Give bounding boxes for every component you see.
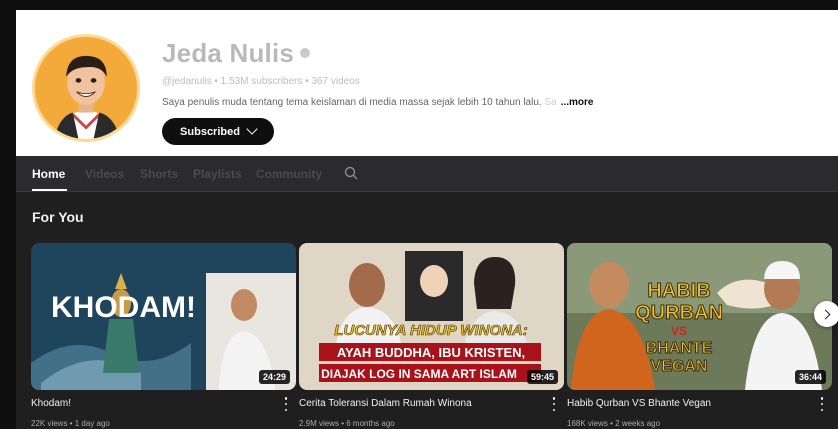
tab-home[interactable]: Home xyxy=(32,167,65,181)
thumbnail-text: DIAJAK LOG IN SAMA ART ISLAM xyxy=(321,367,517,381)
channel-meta: @jedanulis • 1.53M subscribers • 367 vid… xyxy=(162,76,360,87)
video-title[interactable]: Habib Qurban VS Bhante Vegan xyxy=(567,398,711,409)
thumbnail-text: QURBAN xyxy=(635,302,723,324)
chevron-right-icon xyxy=(820,309,831,319)
video-thumbnail[interactable]: LUCUNYA HIDUP WINONA: AYAH BUDDHA, IBU K… xyxy=(299,243,564,390)
video-duration: 36:44 xyxy=(794,370,826,384)
channel-avatar[interactable] xyxy=(32,34,140,142)
active-tab-indicator xyxy=(32,189,67,191)
video-duration: 24:29 xyxy=(258,370,290,384)
chevron-down-icon xyxy=(246,122,258,135)
more-vert-icon[interactable] xyxy=(284,397,288,411)
window-top-bar xyxy=(0,0,838,10)
tab-community[interactable]: Community xyxy=(256,167,322,181)
video-meta: 168K views • 2 weeks ago xyxy=(567,419,661,428)
video-thumbnail[interactable]: KHODAM! 24:29 xyxy=(31,243,296,390)
video-title[interactable]: Khodam! xyxy=(31,398,71,409)
video-card[interactable]: HABIB QURBAN VS BHANTE VEGAN 36:44 Habib… xyxy=(567,243,832,428)
carousel-next-button[interactable] xyxy=(814,301,838,327)
channel-description[interactable]: Saya penulis muda tentang tema keislaman… xyxy=(162,97,593,108)
thumbnail-text: LUCUNYA HIDUP WINONA: xyxy=(334,322,528,339)
video-card[interactable]: LUCUNYA HIDUP WINONA: AYAH BUDDHA, IBU K… xyxy=(299,243,564,428)
home-content: For You KHODAM! 24:29 Khodam! 22K views … xyxy=(16,192,838,429)
verified-icon xyxy=(300,48,311,59)
video-meta: 22K views • 1 day ago xyxy=(31,419,110,428)
search-icon[interactable] xyxy=(344,166,358,180)
more-vert-icon[interactable] xyxy=(820,397,824,411)
more-vert-icon[interactable] xyxy=(552,397,556,411)
video-meta: 2.9M views • 6 months ago xyxy=(299,419,395,428)
more-link[interactable]: ...more xyxy=(561,97,594,108)
thumbnail-text: BHANTE xyxy=(646,340,713,357)
subscribed-button[interactable]: Subscribed xyxy=(162,118,274,145)
channel-tabs: Home Videos Shorts Playlists Community xyxy=(16,156,838,192)
section-title: For You xyxy=(32,209,84,225)
video-duration: 59:45 xyxy=(526,370,558,384)
video-thumbnail[interactable]: HABIB QURBAN VS BHANTE VEGAN 36:44 xyxy=(567,243,832,390)
window-left-edge xyxy=(0,10,16,429)
thumbnail-text: KHODAM! xyxy=(51,291,196,324)
tab-shorts[interactable]: Shorts xyxy=(140,167,178,181)
thumbnail-text: VS xyxy=(671,324,687,338)
thumbnail-text: VEGAN xyxy=(651,358,708,375)
video-title[interactable]: Cerita Toleransi Dalam Rumah Winona xyxy=(299,398,472,409)
channel-header: Jeda Nulis @jedanulis • 1.53M subscriber… xyxy=(16,10,838,156)
thumbnail-text: AYAH BUDDHA, IBU KRISTEN, xyxy=(337,345,525,360)
video-card[interactable]: KHODAM! 24:29 Khodam! 22K views • 1 day … xyxy=(31,243,296,428)
tab-videos[interactable]: Videos xyxy=(85,167,124,181)
channel-name: Jeda Nulis xyxy=(162,38,311,69)
thumbnail-text: HABIB xyxy=(647,280,710,302)
tab-playlists[interactable]: Playlists xyxy=(193,167,242,181)
